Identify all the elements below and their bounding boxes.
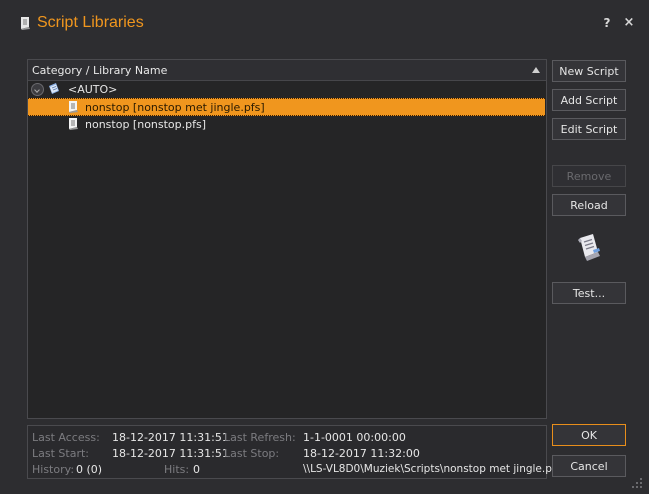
last-refresh-value: 1-1-0001 00:00:00 <box>303 431 406 444</box>
tree-row-label: <AUTO> <box>68 83 118 96</box>
column-header[interactable]: Category / Library Name <box>28 60 546 81</box>
script-file-icon <box>69 118 78 130</box>
reload-button[interactable]: Reload <box>552 194 626 216</box>
add-script-button[interactable]: Add Script <box>552 89 626 111</box>
last-stop-value: 18-12-2017 11:32:00 <box>303 447 420 460</box>
library-tree[interactable]: Category / Library Name <AUTO> nonstop [… <box>27 59 547 419</box>
hits-label: Hits: <box>164 463 190 476</box>
hits-value: 0 <box>193 463 200 476</box>
collapse-toggle-icon[interactable] <box>31 83 44 96</box>
script-scroll-icon <box>578 234 600 261</box>
tree-row[interactable]: nonstop [nonstop.pfs] <box>28 116 546 133</box>
close-button[interactable]: × <box>622 15 636 31</box>
resize-grip-icon[interactable] <box>630 478 644 490</box>
last-access-value: 18-12-2017 11:31:51 <box>112 431 229 444</box>
last-access-label: Last Access: <box>32 431 100 444</box>
tree-row-root[interactable]: <AUTO> <box>28 81 546 98</box>
help-button[interactable]: ? <box>600 16 614 32</box>
remove-button[interactable]: Remove <box>552 165 626 187</box>
edit-script-button[interactable]: Edit Script <box>552 118 626 140</box>
category-icon <box>49 83 59 94</box>
last-start-value: 18-12-2017 11:31:51 <box>112 447 229 460</box>
cancel-button[interactable]: Cancel <box>552 455 626 477</box>
status-panel: Last Access: 18-12-2017 11:31:51 Last Re… <box>27 425 561 479</box>
last-refresh-label: Last Refresh: <box>224 431 296 444</box>
last-start-label: Last Start: <box>32 447 89 460</box>
ok-button[interactable]: OK <box>552 424 626 446</box>
new-script-button[interactable]: New Script <box>552 60 626 82</box>
history-value: 0 (0) <box>76 463 103 476</box>
window-title: Script Libraries <box>37 14 144 31</box>
script-path: \\LS-VL8D0\Muziek\Scripts\nonstop met ji… <box>303 463 562 475</box>
script-scroll-icon <box>21 17 30 30</box>
test-button[interactable]: Test... <box>552 282 626 304</box>
tree-row-label: nonstop [nonstop met jingle.pfs] <box>85 101 265 114</box>
tree-row-label: nonstop [nonstop.pfs] <box>85 118 207 131</box>
title-bar: Script Libraries ? × <box>0 0 649 48</box>
column-header-label: Category / Library Name <box>32 64 168 77</box>
sort-ascending-icon <box>532 67 540 73</box>
tree-row-selected[interactable]: nonstop [nonstop met jingle.pfs] <box>28 98 545 116</box>
script-file-icon <box>69 101 78 113</box>
last-stop-label: Last Stop: <box>224 447 280 460</box>
history-label: History: <box>32 463 75 476</box>
